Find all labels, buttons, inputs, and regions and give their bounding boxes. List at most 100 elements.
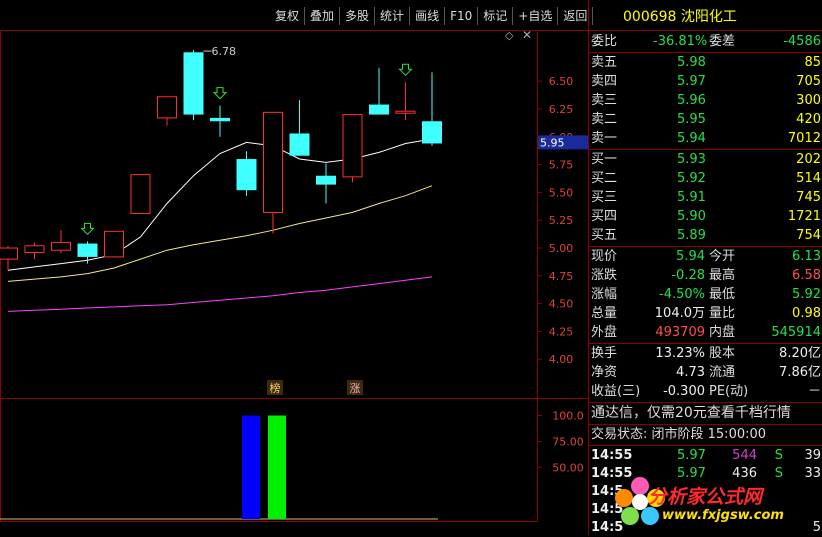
candle-15[interactable] bbox=[395, 82, 416, 121]
stat-row: 现价 5.94 今开 6.13 bbox=[589, 247, 822, 266]
candle-14[interactable] bbox=[369, 67, 389, 115]
toolbar-button-0[interactable]: 复权 bbox=[270, 7, 306, 25]
candle-9[interactable] bbox=[236, 151, 257, 196]
candle-body bbox=[263, 111, 283, 213]
moving-average-lines bbox=[7, 138, 433, 312]
toolbar-button-6[interactable]: 标记 bbox=[478, 7, 514, 25]
order-level-label: 买一 bbox=[591, 152, 618, 167]
candle-11[interactable] bbox=[289, 100, 310, 156]
stock-title[interactable]: 000698 沈阳化工 bbox=[623, 8, 737, 27]
price-axis-label: 4.00 bbox=[549, 353, 574, 366]
order-level-label: 买五 bbox=[591, 228, 618, 243]
order-price: 5.97 bbox=[677, 74, 706, 89]
toolbar-button-1[interactable]: 叠加 bbox=[305, 7, 341, 25]
order-volume: 514 bbox=[796, 171, 821, 186]
sell-level-row[interactable]: 卖四 5.97 705 bbox=[589, 72, 822, 91]
stat-value: -4.50% bbox=[659, 287, 705, 302]
down-arrow-icon bbox=[212, 87, 228, 100]
sell-level-row[interactable]: 卖三 5.96 300 bbox=[589, 91, 822, 110]
order-level-label: 买三 bbox=[591, 190, 618, 205]
fundamental-label: 收益(三) bbox=[591, 384, 641, 399]
indicator-subchart: 100.0 75.00 50.00 bbox=[0, 410, 584, 520]
watermark-logo: 分析家公式网 www.fxjgsw.com bbox=[612, 472, 812, 530]
kline-chart[interactable]: 6.506.256.005.755.505.255.004.754.504.25… bbox=[0, 0, 588, 535]
candle-0[interactable] bbox=[0, 245, 18, 271]
candle-13[interactable] bbox=[342, 114, 363, 183]
buy-level-row[interactable]: 买三 5.91 745 bbox=[589, 188, 822, 207]
ad-text[interactable]: 通达信，仅需20元查看千档行情 bbox=[591, 404, 791, 423]
status-row: 交易状态: 闭市阶段 15:00:00 bbox=[589, 425, 822, 444]
toolbar-button-7[interactable]: +自选 bbox=[513, 7, 559, 25]
price-axis-label: 5.00 bbox=[549, 242, 574, 255]
tick-volume: 544 bbox=[732, 448, 757, 463]
buy-level-row[interactable]: 买五 5.89 754 bbox=[589, 226, 822, 245]
candle-5[interactable] bbox=[130, 174, 151, 215]
price-axis-label: 4.25 bbox=[549, 325, 574, 338]
stat-label: 涨幅 bbox=[591, 287, 618, 302]
sell-level-row[interactable]: 卖二 5.95 420 bbox=[589, 110, 822, 129]
toolbar-button-3[interactable]: 统计 bbox=[375, 7, 411, 25]
current-price-label: 5.95 bbox=[540, 136, 565, 149]
stat-label: 内盘 bbox=[709, 325, 736, 340]
buy-level-row[interactable]: 买一 5.93 202 bbox=[589, 150, 822, 169]
stat-value: 6.58 bbox=[792, 268, 821, 283]
toolbar-button-5[interactable]: F10 bbox=[445, 7, 479, 25]
candle-body bbox=[77, 243, 98, 257]
ma-mid-line bbox=[7, 185, 433, 282]
toolbar-button-4[interactable]: 画线 bbox=[410, 7, 446, 25]
tick-price: 5.97 bbox=[677, 448, 706, 463]
candle-12[interactable] bbox=[316, 163, 336, 204]
candle-4[interactable] bbox=[104, 230, 124, 258]
fundamental-label: 股本 bbox=[709, 346, 736, 361]
tick-side: S bbox=[774, 448, 783, 463]
fundamental-row: 净资 4.73 流通 7.86亿 bbox=[589, 363, 822, 382]
fundamental-label: PE(动) bbox=[709, 384, 749, 399]
candle-body bbox=[24, 245, 45, 253]
candle-6[interactable] bbox=[157, 96, 177, 126]
toolbar-diamond-icon[interactable]: ◇ bbox=[505, 29, 513, 42]
fundamental-value: 13.23% bbox=[655, 346, 705, 361]
toolbar-button-2[interactable]: 多股 bbox=[340, 7, 376, 25]
stat-label: 总量 bbox=[591, 306, 618, 321]
trade-status: 交易状态: 闭市阶段 15:00:00 bbox=[591, 427, 767, 442]
fundamental-row: 换手 13.23% 股本 8.20亿 bbox=[589, 344, 822, 363]
order-volume: 202 bbox=[796, 152, 821, 167]
indicator-bar bbox=[268, 415, 286, 519]
order-volume: 705 bbox=[796, 74, 821, 89]
candle-body bbox=[316, 175, 336, 185]
order-level-label: 卖二 bbox=[591, 112, 618, 127]
candle-8[interactable] bbox=[210, 105, 230, 137]
order-price: 5.92 bbox=[677, 171, 706, 186]
price-axis-label: 6.50 bbox=[549, 75, 574, 88]
sell-level-row[interactable]: 卖一 5.94 7012 bbox=[589, 129, 822, 148]
ad-row[interactable]: 通达信，仅需20元查看千档行情 bbox=[589, 404, 822, 423]
candle-3[interactable] bbox=[77, 241, 98, 264]
order-volume: 420 bbox=[796, 112, 821, 127]
event-tag[interactable]: 涨 bbox=[350, 382, 361, 395]
order-price: 5.95 bbox=[677, 112, 706, 127]
candle-body bbox=[210, 117, 230, 122]
price-axis-labels: 6.506.256.005.755.505.255.004.754.504.25… bbox=[538, 75, 588, 366]
tick-row[interactable]: 14:55 5.97 544 S 39 bbox=[589, 446, 822, 465]
down-arrow-icon bbox=[80, 222, 95, 236]
candle-7[interactable] bbox=[183, 50, 204, 121]
order-price: 5.94 bbox=[677, 131, 706, 146]
chart-frame bbox=[0, 30, 588, 522]
toolbar-close-icon[interactable]: ✕ bbox=[522, 28, 532, 42]
candle-16[interactable] bbox=[422, 72, 442, 146]
candle-10[interactable] bbox=[263, 111, 283, 234]
buy-level-row[interactable]: 买二 5.92 514 bbox=[589, 169, 822, 188]
stat-value: 545914 bbox=[771, 325, 821, 340]
fundamental-label: 流通 bbox=[709, 365, 736, 380]
order-price: 5.96 bbox=[677, 93, 706, 108]
sell-level-row[interactable]: 卖五 5.98 85 bbox=[589, 53, 822, 72]
candle-body bbox=[51, 241, 71, 251]
stat-label: 今开 bbox=[709, 249, 736, 264]
candlestick-series[interactable] bbox=[0, 50, 442, 271]
stat-value: 493709 bbox=[655, 325, 705, 340]
buy-level-row[interactable]: 买四 5.90 1721 bbox=[589, 207, 822, 226]
price-axis-label: 5.25 bbox=[549, 214, 574, 227]
candle-2[interactable] bbox=[51, 230, 71, 254]
candle-1[interactable] bbox=[24, 242, 45, 260]
event-tag[interactable]: 榜 bbox=[270, 381, 281, 395]
